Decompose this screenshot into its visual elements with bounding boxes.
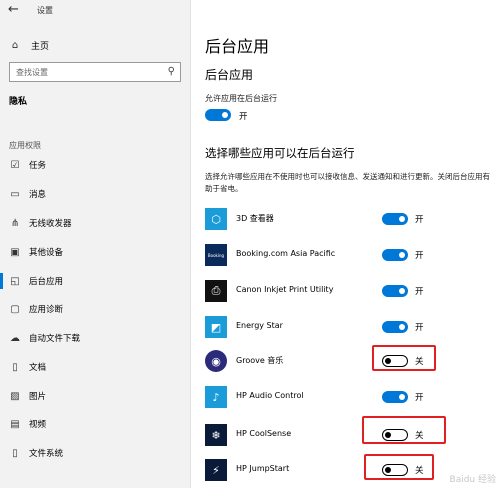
app-row: ⬡ 3D 查看器 开 bbox=[192, 208, 500, 236]
app-row: ❄ HP CoolSense 关 bbox=[192, 424, 500, 452]
jumpstart-icon: ⚡ bbox=[205, 459, 227, 481]
home-link[interactable]: ⌂ 主页 bbox=[9, 36, 49, 54]
title-bar: ← 设置 bbox=[0, 0, 191, 22]
app-toggle-state: 开 bbox=[415, 251, 424, 261]
sidebar: ← 设置 ⌂ 主页 查找设置 ⚲ 隐私 应用权限 ☑ 任务 ▭ 消息 ⋔ 无线收… bbox=[0, 0, 191, 488]
highlight-box bbox=[372, 345, 436, 371]
app-name: HP CoolSense bbox=[236, 429, 292, 438]
sidebar-item-label: 任务 bbox=[29, 161, 47, 171]
app-row: ⎙ Canon Inkjet Print Utility 开 bbox=[192, 280, 500, 308]
booking-icon: Booking bbox=[205, 244, 227, 266]
app-row: ◩ Energy Star 开 bbox=[192, 316, 500, 344]
picture-icon: ▨ bbox=[10, 390, 20, 402]
app-toggle[interactable] bbox=[382, 391, 408, 403]
app-toggle[interactable] bbox=[382, 213, 408, 225]
app-toggle-state: 开 bbox=[415, 393, 424, 403]
groove-music-icon: ◉ bbox=[205, 350, 227, 372]
audio-control-icon: ♪ bbox=[205, 386, 227, 408]
app-name: Groove 音乐 bbox=[236, 356, 284, 365]
sidebar-item-documents[interactable]: ▯ 文档 bbox=[0, 357, 190, 377]
sidebar-item-background-apps[interactable]: ◱ 后台应用 bbox=[0, 271, 190, 291]
sidebar-item-app-diagnostics[interactable]: ▢ 应用诊断 bbox=[0, 299, 190, 319]
sidebar-item-label: 后台应用 bbox=[29, 277, 64, 287]
sidebar-item-messages[interactable]: ▭ 消息 bbox=[0, 184, 190, 204]
radio-icon: ⋔ bbox=[10, 217, 20, 229]
app-toggle[interactable] bbox=[382, 285, 408, 297]
app-toggle-state: 开 bbox=[415, 215, 424, 225]
app-row: Booking Booking.com Asia Pacific 开 bbox=[192, 244, 500, 272]
sidebar-item-label: 文件系统 bbox=[29, 449, 64, 459]
search-icon[interactable]: ⚲ bbox=[168, 66, 175, 77]
window-title: 设置 bbox=[37, 6, 53, 15]
app-toggle-state: 开 bbox=[415, 323, 424, 333]
home-icon: ⌂ bbox=[11, 39, 19, 51]
home-label: 主页 bbox=[31, 41, 50, 52]
sidebar-item-label: 消息 bbox=[29, 190, 47, 200]
diagnostics-icon: ▢ bbox=[10, 303, 20, 315]
app-toggle[interactable] bbox=[382, 249, 408, 261]
app-name: HP Audio Control bbox=[236, 391, 304, 400]
sidebar-item-tasks[interactable]: ☑ 任务 bbox=[0, 155, 190, 175]
page-title: 后台应用 bbox=[205, 37, 270, 56]
printer-icon: ⎙ bbox=[205, 280, 227, 302]
app-toggle[interactable] bbox=[382, 321, 408, 333]
app-name: Canon Inkjet Print Utility bbox=[236, 285, 334, 294]
sidebar-item-label: 文档 bbox=[29, 363, 47, 373]
video-icon: ▤ bbox=[10, 418, 20, 430]
message-icon: ▭ bbox=[10, 188, 20, 200]
energy-star-icon: ◩ bbox=[205, 316, 227, 338]
sidebar-item-pictures[interactable]: ▨ 图片 bbox=[0, 386, 190, 406]
app-row: ◉ Groove 音乐 关 bbox=[192, 350, 500, 378]
highlight-box bbox=[362, 416, 446, 444]
task-icon: ☑ bbox=[10, 159, 20, 171]
app-name: Energy Star bbox=[236, 321, 283, 330]
app-row: ♪ HP Audio Control 开 bbox=[192, 386, 500, 414]
cloud-icon: ☁ bbox=[10, 332, 20, 344]
main-panel: 后台应用 后台应用 允许应用在后台运行 开 选择哪些应用可以在后台运行 选择允许… bbox=[192, 0, 500, 488]
file-system-icon: ▯ bbox=[12, 447, 18, 459]
privacy-title: 隐私 bbox=[9, 97, 28, 107]
sidebar-item-radios[interactable]: ⋔ 无线收发器 bbox=[0, 213, 190, 233]
sidebar-item-label: 视频 bbox=[29, 420, 47, 430]
watermark: Baidu 经验 bbox=[449, 475, 496, 485]
allow-background-state: 开 bbox=[239, 112, 248, 122]
highlight-box bbox=[364, 454, 434, 480]
sidebar-item-label: 其他设备 bbox=[29, 248, 64, 258]
sidebar-item-label: 图片 bbox=[29, 392, 47, 402]
allow-background-label: 允许应用在后台运行 bbox=[205, 94, 277, 103]
app-name: 3D 查看器 bbox=[236, 214, 274, 223]
3d-viewer-icon: ⬡ bbox=[205, 208, 227, 230]
sidebar-item-auto-download[interactable]: ☁ 自动文件下载 bbox=[0, 328, 190, 348]
choose-apps-description: 选择允许哪些应用在不使用时也可以接收信息、发送通知和进行更新。关闭后台应用有助于… bbox=[205, 172, 490, 193]
sidebar-item-label: 自动文件下载 bbox=[29, 334, 81, 344]
sidebar-item-label: 无线收发器 bbox=[29, 219, 72, 229]
search-input[interactable]: 查找设置 ⚲ bbox=[9, 62, 181, 82]
device-icon: ▣ bbox=[10, 246, 20, 258]
booking-icon-text: Booking bbox=[207, 252, 225, 258]
sidebar-item-label: 应用诊断 bbox=[29, 305, 64, 315]
search-placeholder: 查找设置 bbox=[16, 68, 48, 77]
snowflake-icon: ❄ bbox=[205, 424, 227, 446]
sidebar-item-other-devices[interactable]: ▣ 其他设备 bbox=[0, 242, 190, 262]
choose-apps-heading: 选择哪些应用可以在后台运行 bbox=[205, 146, 355, 160]
allow-background-toggle[interactable] bbox=[205, 109, 231, 121]
app-name: HP JumpStart bbox=[236, 464, 290, 473]
sidebar-item-videos[interactable]: ▤ 视频 bbox=[0, 414, 190, 434]
back-arrow-icon[interactable]: ← bbox=[8, 2, 19, 17]
app-permissions-label: 应用权限 bbox=[9, 141, 41, 150]
sidebar-item-file-system[interactable]: ▯ 文件系统 bbox=[0, 443, 190, 463]
background-apps-icon: ◱ bbox=[10, 275, 20, 287]
app-toggle-state: 开 bbox=[415, 287, 424, 297]
app-name: Booking.com Asia Pacific bbox=[236, 249, 336, 258]
background-apps-heading: 后台应用 bbox=[205, 68, 254, 82]
document-icon: ▯ bbox=[12, 361, 18, 373]
